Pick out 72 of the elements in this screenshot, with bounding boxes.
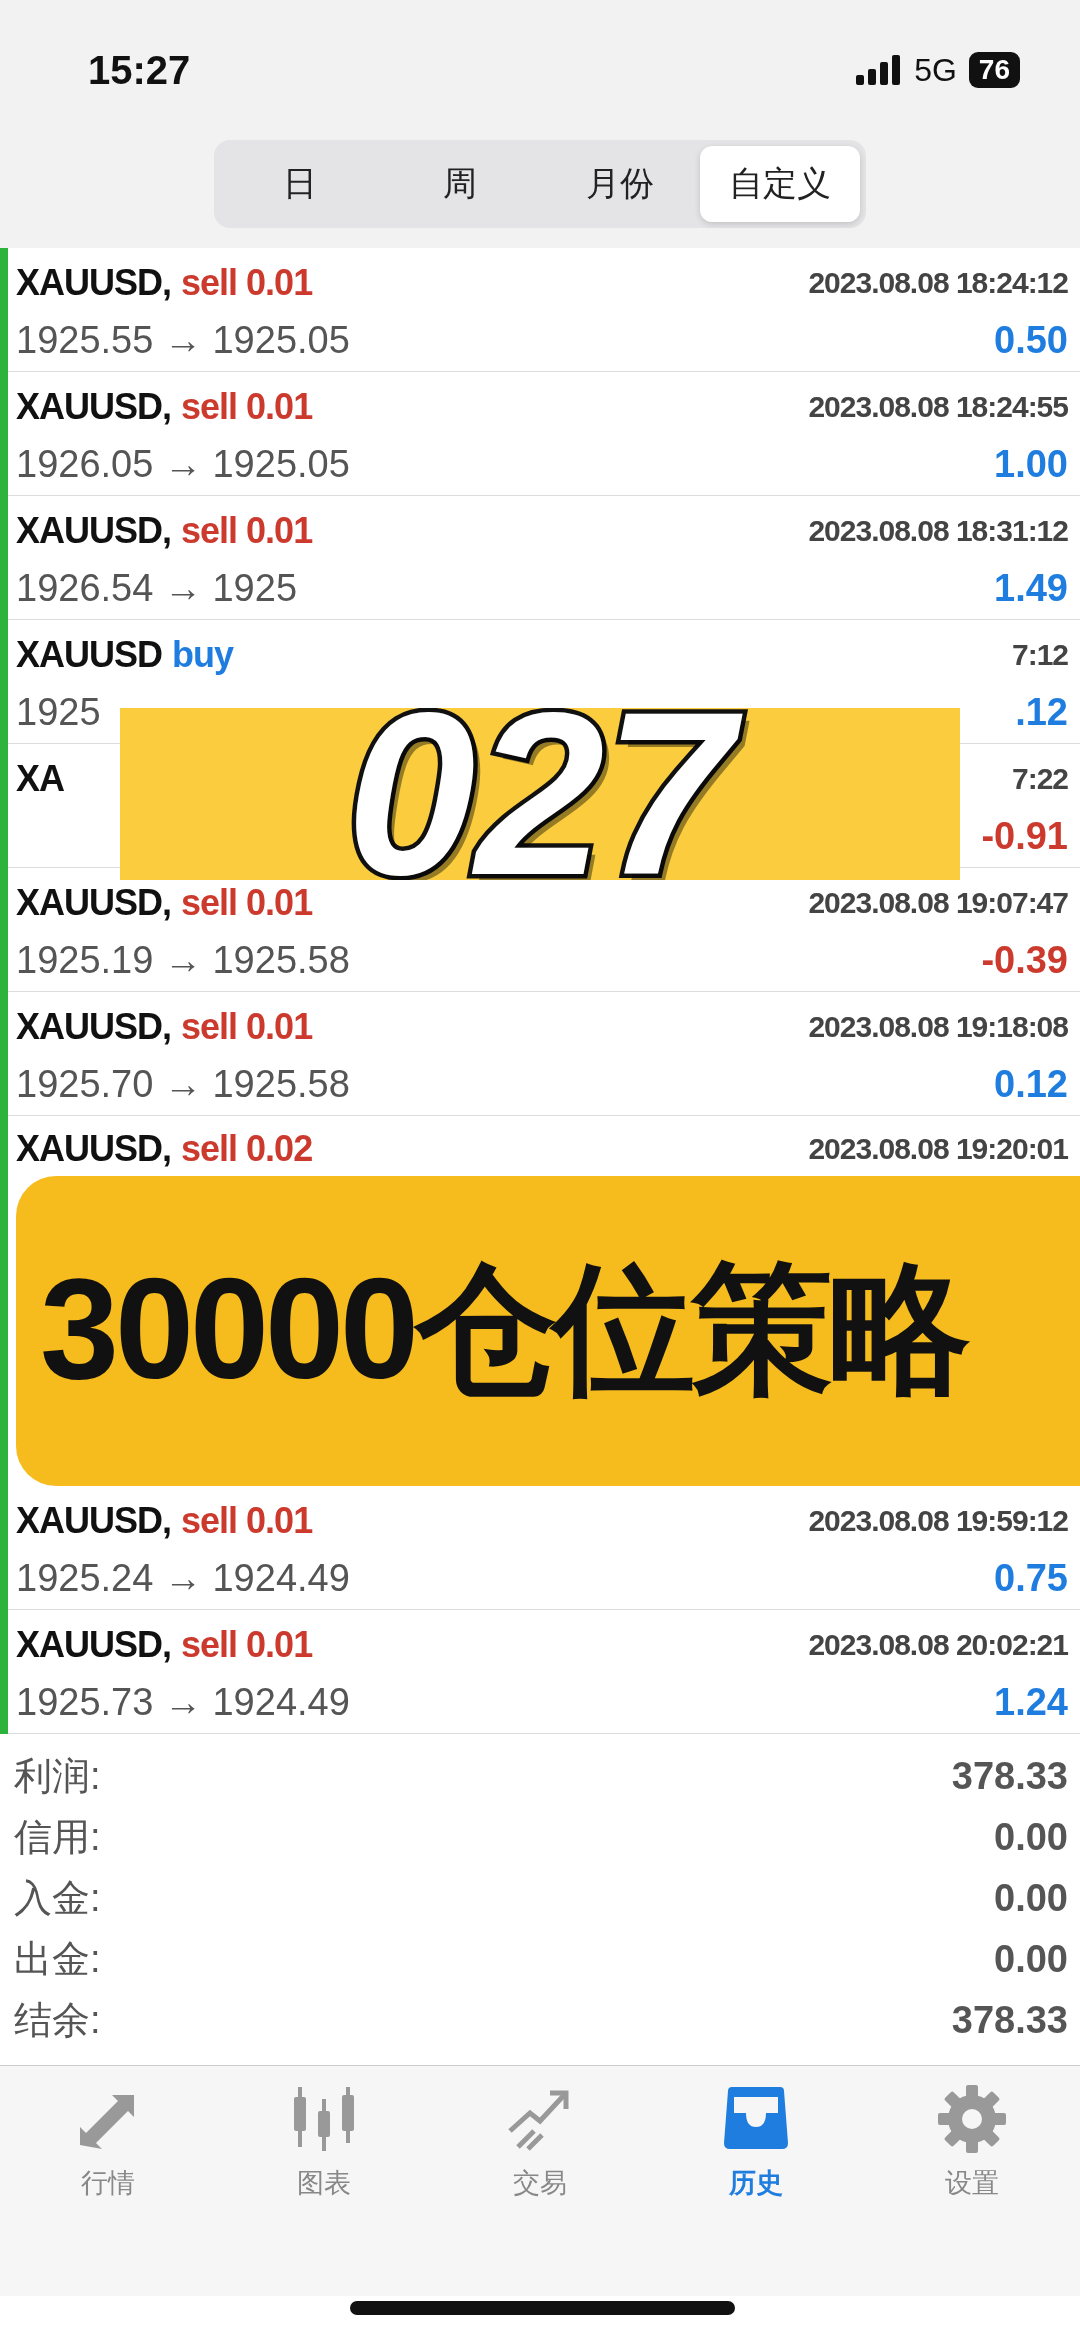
trade-prices: 1925.70 → 1925.58 bbox=[16, 1062, 351, 1106]
tab-bar-item[interactable]: 交易 bbox=[432, 2082, 648, 2296]
trade-prices: 1925.73 → 1924.49 bbox=[16, 1680, 351, 1724]
period-tab[interactable]: 月份 bbox=[540, 146, 700, 222]
trade-time: 2023.08.08 19:20:01 bbox=[808, 1132, 1068, 1166]
trade-time: 2023.08.08 18:24:12 bbox=[808, 266, 1068, 300]
trade-action: sell 0.01 bbox=[181, 882, 313, 924]
summary-value: 378.33 bbox=[951, 1999, 1068, 2042]
trade-time: 2023.08.08 19:07:47 bbox=[808, 886, 1068, 920]
symbol: XAUUSD, bbox=[16, 1500, 172, 1542]
symbol: XAUUSD, bbox=[16, 882, 172, 924]
period-tab[interactable]: 日 bbox=[220, 146, 380, 222]
symbol: XAUUSD bbox=[16, 634, 162, 676]
trade-profit: .12 bbox=[1015, 690, 1068, 734]
trade-prices: 1926.54 → 1925 bbox=[16, 566, 298, 610]
symbol: XAUUSD, bbox=[16, 1006, 172, 1048]
signal-icon bbox=[856, 55, 903, 85]
summary-label: 信用: bbox=[14, 1815, 101, 1860]
summary-label: 入金: bbox=[14, 1876, 101, 1921]
summary-label: 利润: bbox=[14, 1754, 101, 1799]
trade-action: sell 0.01 bbox=[181, 262, 313, 304]
summary-value: 0.00 bbox=[994, 1816, 1068, 1859]
tab-bar-item[interactable]: 设置 bbox=[864, 2082, 1080, 2296]
summary-value: 378.33 bbox=[951, 1755, 1068, 1798]
trade-time: 2023.08.08 18:31:12 bbox=[808, 514, 1068, 548]
trade-prices: 1926.05 → 1925.05 bbox=[16, 442, 351, 486]
trade-time: 2023.08.08 19:18:08 bbox=[808, 1010, 1068, 1044]
tab-bar-item[interactable]: 图表 bbox=[216, 2082, 432, 2296]
trade-action: sell 0.01 bbox=[181, 1500, 313, 1542]
trade-action: sell 0.01 bbox=[181, 1624, 313, 1666]
trade-prices: 1925.19 → 1925.58 bbox=[16, 938, 351, 982]
symbol: XAUUSD, bbox=[16, 510, 172, 552]
symbol: XAUUSD, bbox=[16, 1624, 172, 1666]
episode-number: 027 bbox=[120, 708, 960, 880]
trade-profit: 1.00 bbox=[994, 442, 1068, 486]
trade-action: buy bbox=[172, 634, 234, 676]
trade-profit: -0.91 bbox=[981, 814, 1068, 858]
tab-bar-item[interactable]: 行情 bbox=[0, 2082, 216, 2296]
trade-profit: 1.24 bbox=[994, 1680, 1068, 1724]
trade-profit: 1.49 bbox=[994, 566, 1068, 610]
trade-time: 7:22 bbox=[1011, 762, 1068, 796]
trade-time: 7:12 bbox=[1011, 638, 1068, 672]
symbol: XAUUSD, bbox=[16, 1128, 172, 1170]
symbol: XA bbox=[16, 758, 64, 800]
battery-indicator: 76 bbox=[968, 52, 1020, 88]
period-tab[interactable]: 自定义 bbox=[700, 146, 860, 222]
trade-profit: 0.75 bbox=[994, 1556, 1068, 1600]
symbol: XAUUSD, bbox=[16, 262, 172, 304]
trade-profit: 0.50 bbox=[994, 318, 1068, 362]
title-banner: 30000仓位策略 bbox=[16, 1176, 1080, 1486]
tab-bar-item[interactable]: 历史 bbox=[648, 2082, 864, 2296]
trade-prices: 1925.55 → 1925.05 bbox=[16, 318, 351, 362]
summary-value: 0.00 bbox=[994, 1938, 1068, 1981]
summary-value: 0.00 bbox=[994, 1877, 1068, 1920]
trade-action: sell 0.01 bbox=[181, 510, 313, 552]
trade-prices: 1925 bbox=[16, 690, 102, 734]
trade-time: 2023.08.08 20:02:21 bbox=[808, 1628, 1068, 1662]
trade-time: 2023.08.08 19:59:12 bbox=[808, 1504, 1068, 1538]
symbol: XAUUSD, bbox=[16, 386, 172, 428]
trade-action: sell 0.02 bbox=[181, 1128, 313, 1170]
trade-action: sell 0.01 bbox=[181, 1006, 313, 1048]
clock: 15:27 bbox=[88, 47, 191, 93]
trade-prices: 1925.24 → 1924.49 bbox=[16, 1556, 351, 1600]
settings-icon bbox=[936, 2083, 1008, 2155]
trade-profit: 0.12 bbox=[994, 1062, 1068, 1106]
summary-label: 出金: bbox=[14, 1937, 101, 1982]
trade-action: sell 0.01 bbox=[181, 386, 313, 428]
trade-time: 2023.08.08 18:24:55 bbox=[808, 390, 1068, 424]
trade-profit: -0.39 bbox=[981, 938, 1068, 982]
summary-label: 结余: bbox=[14, 1998, 101, 2043]
network-label: 5G bbox=[914, 51, 957, 89]
period-tab[interactable]: 周 bbox=[380, 146, 540, 222]
